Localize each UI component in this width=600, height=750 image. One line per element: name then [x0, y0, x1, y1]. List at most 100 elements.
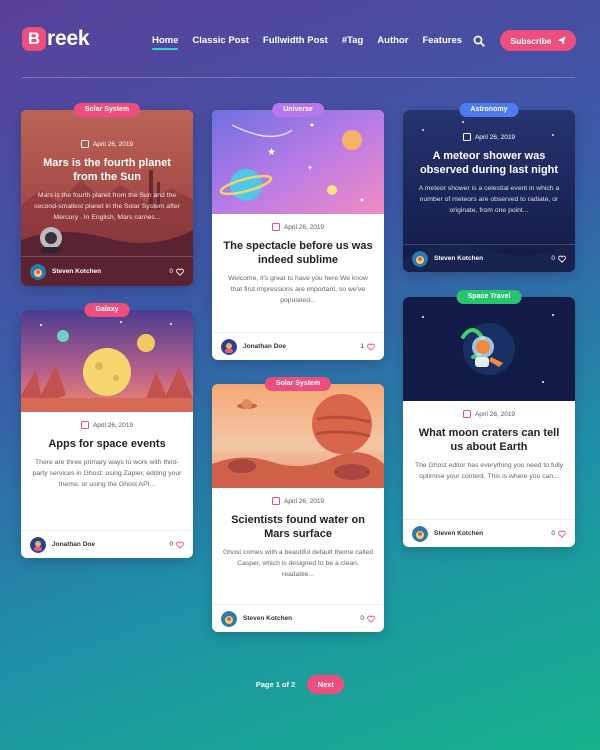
galaxy-moon-illustration: [21, 310, 193, 412]
category-tag[interactable]: Solar System: [264, 377, 332, 391]
post-excerpt: There are three primary ways to work wit…: [32, 459, 182, 488]
pagination: Page 1 of 2 Next: [0, 675, 600, 694]
post-date-text: April 26, 2019: [283, 497, 325, 505]
calendar-icon: [80, 421, 89, 429]
author-name[interactable]: Jonathan Doe: [52, 541, 169, 548]
card-footer: Steven Kotchen 0: [212, 604, 384, 632]
post-title[interactable]: Mars is the fourth planet from the Sun: [31, 156, 183, 184]
avatar[interactable]: [30, 536, 46, 553]
svg-text:★: ★: [267, 147, 276, 158]
like-count-value: 1: [360, 343, 364, 350]
like-count[interactable]: 0: [169, 268, 184, 276]
post-excerpt: Ghost comes with a beautiful default the…: [223, 549, 373, 578]
heart-icon: [367, 343, 375, 351]
main-nav: Home Classic Post Fullwidth Post #Tag Au…: [152, 35, 476, 50]
post-date-text: April 26, 2019: [283, 223, 325, 231]
author-name[interactable]: Steven Kotchen: [243, 615, 360, 622]
like-count-value: 0: [169, 268, 173, 275]
mars-surface-illustration: [212, 384, 384, 488]
post-card[interactable]: Space Travel April 26, 2019 What moon cr…: [403, 290, 575, 547]
card-footer: Jonathan Doe 1: [212, 332, 384, 360]
post-title[interactable]: Apps for space events: [31, 437, 183, 451]
next-page-button[interactable]: Next: [307, 675, 345, 694]
post-date: April 26, 2019: [222, 223, 374, 231]
site-header: B reek Home Classic Post Fullwidth Post …: [0, 0, 600, 78]
author-name[interactable]: Jonathan Doe: [243, 343, 360, 350]
author-name[interactable]: Steven Kotchen: [434, 530, 551, 537]
site-logo[interactable]: B reek: [22, 27, 90, 51]
heart-icon: [176, 541, 184, 549]
post-card[interactable]: Universe ★ ✦ April 26, 2019 The spectacl…: [212, 103, 384, 360]
post-image: [212, 384, 384, 488]
post-image: [403, 297, 575, 401]
like-count[interactable]: 0: [169, 541, 184, 549]
post-title[interactable]: Scientists found water on Mars surface: [222, 513, 374, 541]
astronaut-fox-illustration: [403, 297, 575, 401]
subscribe-button[interactable]: Subscribe: [500, 30, 576, 51]
author-name[interactable]: Steven Kotchen: [434, 255, 551, 262]
post-image: ★ ✦: [212, 110, 384, 214]
calendar-icon: [462, 133, 471, 141]
like-count-value: 0: [551, 530, 555, 537]
post-date-text: April 26, 2019: [474, 410, 516, 418]
like-count[interactable]: 0: [360, 615, 375, 623]
nav-item-classic-post[interactable]: Classic Post: [192, 35, 249, 46]
post-title[interactable]: What moon craters can tell us about Eart…: [413, 426, 565, 454]
svg-text:✦: ✦: [307, 164, 313, 172]
category-tag[interactable]: Universe: [272, 103, 324, 117]
post-date: April 26, 2019: [413, 410, 565, 418]
post-title[interactable]: The spectacle before us was indeed subli…: [222, 239, 374, 267]
search-icon[interactable]: [473, 35, 485, 47]
post-date: April 26, 2019: [31, 140, 183, 148]
calendar-icon: [80, 140, 89, 148]
post-card[interactable]: Solar System April 26, 2019 Mars is the …: [21, 103, 193, 286]
post-date-text: April 26, 2019: [92, 140, 134, 148]
post-excerpt: Welcome, it's great to have you here.We …: [228, 275, 368, 304]
card-footer: Steven Kotchen 0: [403, 244, 575, 272]
heart-icon: [558, 255, 566, 263]
post-image: [21, 310, 193, 412]
avatar[interactable]: [221, 610, 237, 627]
category-tag[interactable]: Galaxy: [84, 303, 130, 317]
header-divider: [22, 77, 575, 78]
heart-icon: [367, 615, 375, 623]
heart-icon: [558, 530, 566, 538]
avatar[interactable]: [412, 525, 428, 542]
nav-item-fullwidth-post[interactable]: Fullwidth Post: [263, 35, 328, 46]
nav-item-features[interactable]: Features: [422, 35, 462, 46]
calendar-icon: [462, 410, 471, 418]
avatar[interactable]: [412, 250, 428, 267]
universe-planets-illustration: ★ ✦: [212, 110, 384, 214]
heart-icon: [176, 268, 184, 276]
like-count[interactable]: 1: [360, 343, 375, 351]
page-indicator: Page 1 of 2: [255, 680, 296, 689]
calendar-icon: [271, 497, 280, 505]
category-tag[interactable]: Space Travel: [456, 290, 522, 304]
post-date-text: April 26, 2019: [92, 421, 134, 429]
post-excerpt: Mars is the fourth planet from the Sun a…: [34, 192, 180, 221]
post-card[interactable]: Galaxy April 26, 2019 Apps for space eve…: [21, 303, 193, 558]
logo-badge: B: [22, 27, 46, 51]
card-content: April 26, 2019 A meteor shower was obser…: [403, 110, 575, 217]
like-count-value: 0: [169, 541, 173, 548]
post-excerpt: A meteor shower is a celestial event in …: [418, 185, 560, 214]
post-card[interactable]: Solar System April 26, 2019 Scientists f…: [212, 377, 384, 632]
card-footer: Jonathan Doe 0: [21, 530, 193, 558]
category-tag[interactable]: Astronomy: [459, 103, 519, 117]
nav-item-home[interactable]: Home: [152, 35, 179, 50]
nav-item-author[interactable]: Author: [377, 35, 408, 46]
post-card[interactable]: Astronomy April 26, 2019 A meteor shower…: [403, 103, 575, 272]
author-name[interactable]: Steven Kotchen: [52, 268, 169, 275]
avatar[interactable]: [221, 338, 237, 355]
like-count[interactable]: 0: [551, 255, 566, 263]
avatar[interactable]: [30, 263, 46, 280]
post-title[interactable]: A meteor shower was observed during last…: [413, 149, 565, 177]
card-content: April 26, 2019 Mars is the fourth planet…: [21, 110, 193, 224]
nav-item-tag[interactable]: #Tag: [342, 35, 363, 46]
calendar-icon: [271, 223, 280, 231]
category-tag[interactable]: Solar System: [73, 103, 141, 117]
subscribe-label: Subscribe: [510, 35, 552, 46]
post-excerpt: The Ghost editor has everything you need…: [414, 462, 564, 481]
post-date: April 26, 2019: [222, 497, 374, 505]
like-count[interactable]: 0: [551, 530, 566, 538]
